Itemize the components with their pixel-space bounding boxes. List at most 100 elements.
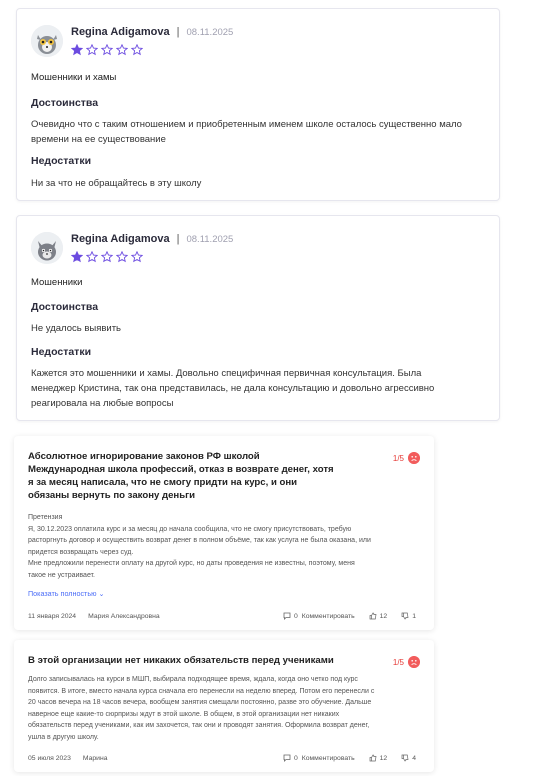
- reviewer-name: Regina Adigamova: [71, 26, 170, 38]
- review-author: Мария Александровна: [88, 612, 160, 620]
- review-date: 11 января 2024: [28, 612, 77, 620]
- avatar[interactable]: [31, 232, 63, 264]
- thumbs-up-icon: [369, 612, 377, 620]
- reviewer-name: Regina Adigamova: [71, 233, 170, 245]
- dislike-button[interactable]: 4: [401, 754, 420, 762]
- body-line: такое не устраивает.: [28, 571, 95, 579]
- likes-count: 12: [379, 754, 388, 762]
- body-line: обязательств перед учениками, как им зах…: [28, 722, 370, 729]
- star-empty-icon: [101, 44, 113, 56]
- title-line: Международная школа профессий, отказ в в…: [28, 464, 334, 475]
- review-card: Regina Adigamova | 08.11.2025 Мошенники …: [16, 215, 500, 421]
- title-line: Абсолютное игнорирование законов РФ школ…: [28, 451, 260, 462]
- like-button[interactable]: 12: [369, 754, 392, 762]
- dislikes-count: 4: [412, 754, 416, 762]
- comment-label: Комментировать: [301, 612, 355, 620]
- separator: |: [176, 233, 180, 245]
- star-empty-icon: [86, 44, 98, 56]
- body-line: 20 часов вечера на 18 часов вечера, вооб…: [28, 699, 372, 706]
- title-line: обязаны вернуть по закону деньги: [28, 490, 196, 501]
- pros-text-line: Очевидно что с таким отношением и приобр…: [31, 119, 462, 130]
- review-date: 08.11.2025: [186, 233, 234, 245]
- cons-section: Недостатки Ни за что не обращайтесь в эт…: [31, 155, 485, 191]
- pros-text-line: Не удалось выявить: [31, 323, 121, 334]
- sad-face-icon: [408, 452, 420, 464]
- comment-label: Комментировать: [301, 754, 355, 762]
- cons-text-line: менеджер Кристина, так она представилась…: [31, 383, 435, 394]
- lemur-avatar-icon: [31, 25, 63, 57]
- thumbs-down-icon: [401, 754, 409, 762]
- review-header: Regina Adigamova | 08.11.2025: [31, 230, 233, 264]
- thumbs-down-icon: [401, 612, 409, 620]
- star-rating: [71, 44, 233, 56]
- title-line: я за месяц написала, что не смогу придти…: [28, 477, 298, 488]
- feed-review-card: Абсолютное игнорирование законов РФ школ…: [14, 436, 434, 630]
- review-title: Мошенники и хамы: [31, 72, 485, 83]
- body-line: расторгнуть договор и осуществить возвра…: [28, 537, 371, 544]
- pros-section: Достоинства Очевидно что с таким отношен…: [31, 97, 485, 147]
- pros-heading: Достоинства: [31, 301, 99, 313]
- review-author: Марина: [82, 754, 108, 762]
- body-line: появится. В итоге, вместо начала курса с…: [28, 687, 375, 695]
- star-empty-icon: [116, 251, 128, 263]
- cons-section: Недостатки Кажется это мошенники и хамы.…: [31, 346, 485, 411]
- title-line: В этой организации нет никаких обязатель…: [28, 655, 334, 666]
- star-filled-icon: [71, 44, 83, 56]
- body-line: Я, 30.12.2023 оплатила курс и за месяц д…: [28, 525, 352, 533]
- cons-text-line: реагировала на любые вопросы: [31, 398, 174, 409]
- feed-review-card: В этой организации нет никаких обязатель…: [14, 640, 434, 772]
- star-rating: [71, 251, 233, 263]
- review-title-text: Мошенники: [31, 277, 83, 288]
- feed-review-body: Долго записывалась на курси в МШП, выбир…: [28, 674, 420, 743]
- star-empty-icon: [131, 251, 143, 263]
- rating-value: 1/5: [392, 453, 404, 463]
- star-empty-icon: [101, 251, 113, 263]
- dislikes-count: 1: [412, 612, 416, 620]
- rating-value: 1/5: [392, 657, 404, 667]
- feed-review-body: Претензия Я, 30.12.2023 оплатила курс и …: [28, 512, 420, 581]
- pros-heading: Достоинства: [31, 97, 99, 109]
- review-title-text: Мошенники и хамы: [31, 72, 117, 83]
- feed-review-footer: 05 июля 2023 Марина 0 Комментировать 12 …: [28, 754, 420, 762]
- cons-heading: Недостатки: [31, 155, 92, 167]
- body-line: Претензия: [28, 514, 63, 521]
- star-filled-icon: [71, 251, 83, 263]
- star-empty-icon: [116, 44, 128, 56]
- like-button[interactable]: 12: [369, 612, 392, 620]
- body-line: ушла в другую школу.: [28, 733, 99, 741]
- comments-count: 0: [293, 612, 298, 620]
- body-line: Мне предложили перенести оплату на друго…: [28, 560, 355, 567]
- cons-text-line: Ни за что не обращайтесь в эту школу: [31, 178, 202, 189]
- review-card: Regina Adigamova | 08.11.2025 Мошенники …: [16, 8, 500, 201]
- review-title: Мошенники: [31, 277, 485, 288]
- feed-review-title[interactable]: В этой организации нет никаких обязатель…: [28, 654, 388, 667]
- dislike-button[interactable]: 1: [401, 612, 420, 620]
- comment-icon: [283, 612, 291, 620]
- body-line: Долго записывалась на курси в МШП, выбир…: [28, 676, 358, 683]
- comment-button[interactable]: 0 Комментировать: [283, 754, 359, 762]
- likes-count: 12: [379, 612, 388, 620]
- body-line: наверное еще какие-то сюрпризы ждут в эт…: [28, 710, 340, 718]
- cons-text-line: Кажется это мошенники и хамы. Довольно с…: [31, 368, 422, 379]
- cons-heading: Недостатки: [31, 346, 92, 358]
- review-date: 08.11.2025: [186, 26, 234, 38]
- comments-count: 0: [293, 754, 298, 762]
- star-empty-icon: [86, 251, 98, 263]
- feed-review-title[interactable]: Абсолютное игнорирование законов РФ школ…: [28, 450, 348, 502]
- star-empty-icon: [131, 44, 143, 56]
- sad-face-icon: [408, 656, 420, 668]
- review-header: Regina Adigamova | 08.11.2025: [31, 23, 233, 57]
- feed-review-footer: 11 января 2024 Мария Александровна 0 Ком…: [28, 612, 420, 620]
- comment-button[interactable]: 0 Комментировать: [283, 612, 359, 620]
- comment-icon: [283, 754, 291, 762]
- review-date: 05 июля 2023: [28, 754, 71, 762]
- cat-avatar-icon: [31, 232, 63, 264]
- avatar[interactable]: [31, 25, 63, 57]
- separator: |: [176, 26, 180, 38]
- rating-badge: 1/5: [393, 656, 420, 668]
- pros-text-line: времени на ее существование: [31, 134, 166, 145]
- show-more-link[interactable]: Показать полностью ⌄: [28, 589, 104, 598]
- pros-section: Достоинства Не удалось выявить: [31, 301, 485, 336]
- thumbs-up-icon: [369, 754, 377, 762]
- body-line: придется возвращать через суд.: [28, 548, 134, 556]
